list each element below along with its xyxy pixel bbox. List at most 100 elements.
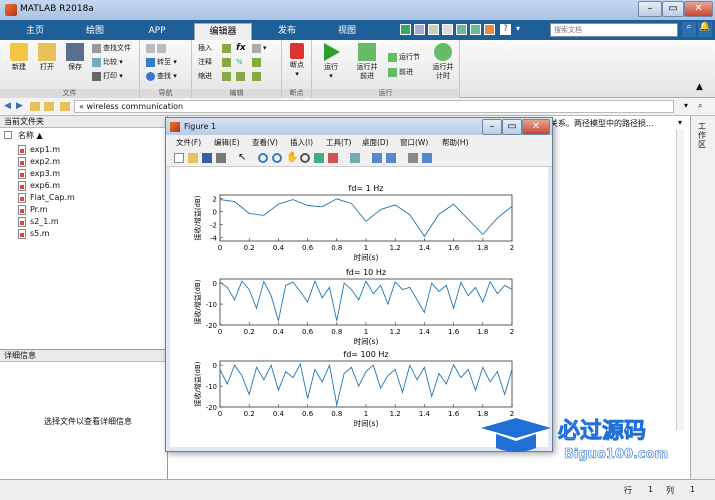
breakpoints-button[interactable]: 断点 ▾ (285, 43, 309, 79)
copy-icon[interactable] (428, 24, 439, 35)
close-button[interactable]: ✕ (684, 1, 713, 17)
data-cursor-icon[interactable] (314, 153, 324, 163)
save-icon[interactable] (400, 24, 411, 35)
list-item[interactable]: s5.m (18, 228, 50, 240)
print-button[interactable]: 打印 ▾ (92, 71, 123, 82)
up-folder-icon[interactable] (30, 102, 40, 111)
zoom-out-icon[interactable] (272, 153, 282, 163)
percent-icon[interactable]: % (236, 57, 243, 68)
compare-button[interactable]: 比较 ▾ (92, 57, 123, 68)
indent-left-icon[interactable] (252, 71, 263, 82)
insert-button[interactable]: 插入 (198, 43, 212, 54)
undo-icon[interactable] (456, 24, 467, 35)
collapse-icon[interactable] (4, 131, 12, 139)
new-figure-icon[interactable] (174, 153, 184, 163)
wrap-comments-icon[interactable] (252, 57, 263, 68)
save-figure-icon[interactable] (202, 153, 212, 163)
figure-window[interactable]: Figure 1 – ▭ ✕ 文件(F) 编辑(E) 查看(V) 插入(I) 工… (165, 117, 553, 452)
new-button[interactable]: 新建 (6, 43, 32, 72)
back-icon[interactable]: ◀ (4, 101, 11, 111)
legend-icon[interactable] (386, 153, 396, 163)
watermark-logo-icon: 必过源码 Biguo100.com (481, 418, 668, 462)
open-file-icon[interactable] (188, 153, 198, 163)
list-item[interactable]: Pr.m (18, 204, 48, 216)
print-figure-icon[interactable] (216, 153, 226, 163)
tab-publish[interactable]: 发布 (262, 23, 312, 40)
cut-icon[interactable] (414, 24, 425, 35)
tab-plots[interactable]: 绘图 (70, 23, 120, 40)
search-docs-input[interactable] (550, 23, 678, 37)
pointer-icon[interactable]: ↖ (238, 153, 248, 163)
run-and-advance-button[interactable]: 运行并 前进 (350, 43, 384, 81)
link-plot-icon[interactable] (350, 153, 360, 163)
tab-editor[interactable]: 编辑器 (194, 23, 252, 40)
show-plot-tools-icon[interactable] (422, 153, 432, 163)
list-item[interactable]: exp3.m (18, 168, 60, 180)
current-path[interactable]: « wireless communication (74, 100, 674, 113)
figure-canvas[interactable]: fd= 1 Hz 0 0.2 0.4 0.6 0.8 1 1.2 1.4 1.6 1.8 2 2 0 -2 -… (170, 167, 548, 447)
list-item[interactable]: Flat_Cap.m (18, 192, 75, 204)
figure-close-button[interactable]: ✕ (522, 119, 550, 135)
path-dropdown-icon[interactable]: ▾ (684, 101, 688, 110)
goto-button[interactable]: 转至 ▾ (146, 57, 177, 68)
paste-icon[interactable] (442, 24, 453, 35)
menu-insert[interactable]: 插入(I) (290, 137, 313, 148)
advance-button[interactable]: 前进 (388, 67, 413, 78)
figure-maximize-button[interactable]: ▭ (502, 119, 522, 135)
list-item[interactable]: s2_1.m (18, 216, 59, 228)
redo-icon[interactable] (470, 24, 481, 35)
scrollbar[interactable] (676, 130, 684, 430)
fx-button[interactable]: fx (236, 43, 246, 54)
tab-apps[interactable]: APP (132, 23, 182, 40)
search-path-icon[interactable]: ⌕ (698, 101, 702, 111)
run-section-button[interactable]: 运行节 (388, 52, 420, 63)
insert-more-icon[interactable]: ▾ (252, 43, 267, 54)
insert-section-icon[interactable] (222, 43, 233, 54)
list-item[interactable]: exp2.m (18, 156, 60, 168)
name-column-header[interactable]: 名称 ▲ (18, 130, 43, 141)
zoom-in-icon[interactable] (258, 153, 268, 163)
find-files-button[interactable]: 查找文件 (92, 43, 131, 54)
menu-desktop[interactable]: 桌面(D) (362, 137, 389, 148)
menu-window[interactable]: 窗口(W) (400, 137, 428, 148)
open-button[interactable]: 打开 (34, 43, 60, 72)
nav-arrows[interactable] (146, 43, 168, 54)
hide-plot-tools-icon[interactable] (408, 153, 418, 163)
notification-icon[interactable]: 🔔 (698, 22, 712, 37)
indent-right-icon[interactable] (236, 71, 247, 82)
workspace-panel[interactable]: 工作区 (690, 116, 715, 479)
list-item[interactable]: exp1.m (18, 144, 60, 156)
colorbar-icon[interactable] (372, 153, 382, 163)
maximize-button[interactable]: ▭ (662, 1, 684, 17)
menu-edit[interactable]: 编辑(E) (214, 137, 240, 148)
run-button[interactable]: 运行 ▾ (318, 43, 344, 81)
expand-icon[interactable]: ▾ (678, 118, 682, 127)
run-and-time-button[interactable]: 运行并 计时 (428, 43, 458, 81)
switch-windows-icon[interactable] (484, 24, 495, 35)
smart-indent-icon[interactable] (222, 71, 233, 82)
save-button[interactable]: 保存 (62, 43, 88, 72)
menu-view[interactable]: 查看(V) (252, 137, 278, 148)
minimize-button[interactable]: – (638, 1, 662, 17)
comment-button[interactable]: 注释 (198, 57, 212, 68)
brush-icon[interactable] (328, 153, 338, 163)
tab-view[interactable]: 视图 (322, 23, 372, 40)
list-item[interactable]: exp6.m (18, 180, 60, 192)
tab-home[interactable]: 主页 (10, 23, 60, 40)
find-button[interactable]: 查找 ▾ (146, 71, 177, 82)
browse-folder-icon[interactable] (44, 102, 54, 111)
forward-icon[interactable]: ▶ (16, 101, 23, 111)
search-icon[interactable]: ⌕ (682, 22, 696, 37)
figure-minimize-button[interactable]: – (482, 119, 502, 135)
dropdown-icon[interactable]: ▾ (516, 24, 530, 35)
menu-help[interactable]: 帮助(H) (442, 137, 469, 148)
collapse-toolstrip-icon[interactable]: ▲ (696, 82, 703, 92)
menu-file[interactable]: 文件(F) (176, 137, 201, 148)
comment-percent-icon[interactable] (222, 57, 233, 68)
help-icon[interactable]: ? (500, 24, 511, 35)
pan-icon[interactable]: ✋ (286, 153, 298, 163)
indent-button[interactable]: 缩进 (198, 71, 212, 82)
menu-tools[interactable]: 工具(T) (326, 137, 351, 148)
rotate-icon[interactable] (300, 153, 310, 163)
x-tick-label: 0.8 (331, 410, 342, 418)
